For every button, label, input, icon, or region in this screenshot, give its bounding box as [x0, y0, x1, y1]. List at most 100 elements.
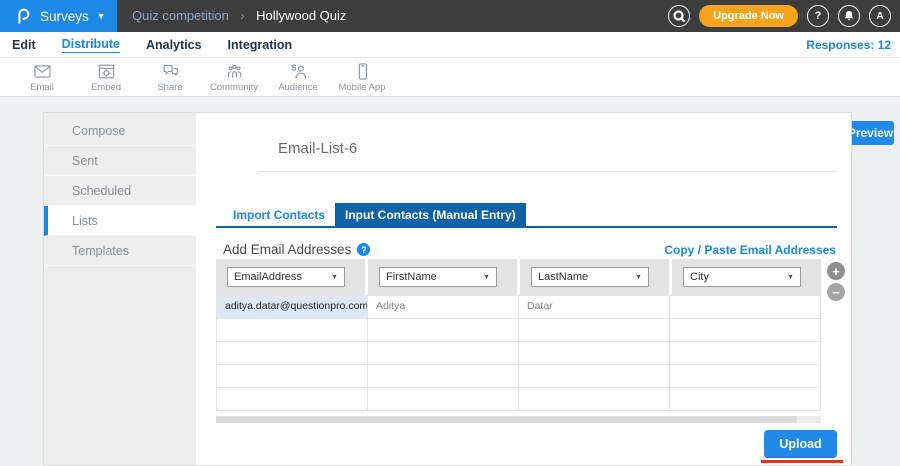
column-select-value: LastName	[538, 271, 588, 283]
toolbar-item-audience[interactable]: $Audience	[266, 62, 330, 93]
toolbar-item-embed[interactable]: Embed	[74, 62, 138, 93]
remove-row-button[interactable]: −	[827, 283, 845, 301]
title-divider	[258, 171, 837, 172]
column-select-value: FirstName	[386, 271, 437, 283]
toolbar-item-mobile-app[interactable]: Mobile App	[330, 62, 394, 93]
contacts-table-body: aditya.datar@questionpro.comAdityaDatar	[216, 295, 821, 411]
breadcrumb: Quiz competition › Hollywood Quiz	[132, 0, 346, 32]
table-cell[interactable]	[670, 319, 821, 342]
header-cell-lastname: LastName ▼	[520, 259, 669, 295]
embed-icon	[97, 62, 116, 81]
table-cell[interactable]	[519, 365, 670, 388]
chevron-down-icon: ▼	[635, 274, 642, 281]
question-help-icon[interactable]: ?	[357, 243, 370, 256]
toolbar-item-email[interactable]: Email	[10, 62, 74, 93]
scrollbar-thumb[interactable]	[216, 416, 797, 423]
sidebar-item-templates[interactable]: Templates	[44, 236, 196, 266]
table-cell[interactable]	[217, 342, 368, 365]
product-switcher[interactable]: Surveys ▼	[0, 0, 117, 32]
column-select-value: EmailAddress	[234, 271, 302, 283]
table-cell[interactable]	[519, 342, 670, 365]
preview-label: Preview	[848, 126, 893, 140]
bell-icon	[843, 10, 855, 22]
chevron-down-icon: ▼	[787, 274, 794, 281]
breadcrumb-parent[interactable]: Quiz competition	[132, 8, 229, 23]
breadcrumb-current: Hollywood Quiz	[256, 8, 346, 23]
horizontal-scrollbar[interactable]	[216, 416, 821, 423]
search-icon	[673, 10, 685, 22]
help-button[interactable]: ?	[807, 5, 829, 27]
product-name: Surveys	[40, 9, 89, 24]
table-cell[interactable]: aditya.datar@questionpro.com	[217, 296, 368, 319]
table-cell[interactable]: Aditya	[368, 296, 519, 319]
sidebar-item-scheduled[interactable]: Scheduled	[44, 176, 196, 206]
table-cell[interactable]	[519, 388, 670, 411]
table-row	[217, 342, 821, 365]
red-annotation-underline	[761, 460, 843, 463]
column-select-firstname[interactable]: FirstName ▼	[379, 267, 497, 287]
distribute-toolbar: Email Embed Share Community $AudienceMobile …	[0, 58, 900, 97]
chevron-down-icon: ▼	[483, 274, 490, 281]
table-cell[interactable]	[670, 296, 821, 319]
notifications-button[interactable]	[838, 5, 860, 27]
table-cell[interactable]	[217, 388, 368, 411]
header-cell-firstname: FirstName ▼	[368, 259, 517, 295]
toolbar-item-share[interactable]: Share	[138, 62, 202, 93]
chevron-down-icon: ▼	[97, 11, 106, 21]
copy-paste-link[interactable]: Copy / Paste Email Addresses	[664, 243, 836, 257]
sidebar-item-lists[interactable]: Lists	[44, 206, 196, 236]
tab-import-contacts[interactable]: Import Contacts	[223, 203, 335, 226]
toolbar-item-label: Email	[30, 82, 54, 93]
column-select-emailaddress[interactable]: EmailAddress ▼	[227, 267, 345, 287]
toolbar-item-label: Embed	[91, 82, 121, 93]
tab-input-contacts-manual-entry[interactable]: Input Contacts (Manual Entry)	[335, 203, 526, 226]
audience-icon: $	[289, 62, 308, 81]
email-list-title: Email-List-6	[278, 140, 357, 157]
nav-item-analytics[interactable]: Analytics	[146, 38, 202, 52]
table-cell[interactable]: Datar	[519, 296, 670, 319]
nav-item-integration[interactable]: Integration	[228, 38, 293, 52]
survey-nav: Edit Distribute Analytics Integration Respo…	[0, 32, 900, 58]
table-row	[217, 365, 821, 388]
email-sidebar: ComposeSentScheduledListsTemplates	[44, 113, 196, 465]
upgrade-now-button[interactable]: Upgrade Now	[699, 5, 798, 27]
table-row	[217, 319, 821, 342]
table-cell[interactable]	[217, 365, 368, 388]
avatar[interactable]: A	[869, 5, 891, 27]
header-cell-emailaddress: EmailAddress ▼	[216, 259, 365, 295]
table-cell[interactable]	[519, 319, 670, 342]
mobile-app-icon	[353, 62, 372, 81]
search-button[interactable]	[668, 5, 690, 27]
upload-button[interactable]: Upload	[764, 430, 837, 458]
toolbar-item-community[interactable]: Community	[202, 62, 266, 93]
table-cell[interactable]	[670, 365, 821, 388]
chevron-down-icon: ▼	[331, 274, 338, 281]
contacts-tabs: Import ContactsInput Contacts (Manual En…	[216, 203, 837, 228]
svg-text:$: $	[291, 63, 296, 73]
primary-nav-items: Edit Distribute Analytics Integration	[0, 32, 900, 57]
table-cell[interactable]	[368, 388, 519, 411]
add-row-button[interactable]: +	[827, 262, 845, 280]
sidebar-item-sent[interactable]: Sent	[44, 146, 196, 176]
table-cell[interactable]	[670, 342, 821, 365]
email-distribution-card: ComposeSentScheduledListsTemplates Email…	[43, 112, 852, 466]
responses-count[interactable]: Responses: 12	[806, 32, 891, 58]
nav-item-edit[interactable]: Edit	[12, 38, 36, 52]
table-cell[interactable]	[368, 319, 519, 342]
header-cell-city: City▼	[672, 259, 821, 295]
toolbar-item-label: Community	[210, 82, 258, 93]
add-email-addresses-label: Add Email Addresses	[223, 242, 351, 257]
table-cell[interactable]	[217, 319, 368, 342]
sidebar-item-compose[interactable]: Compose	[44, 116, 196, 146]
table-cell[interactable]	[368, 342, 519, 365]
table-cell[interactable]	[368, 365, 519, 388]
distribute-channels: Email Embed Share Community $AudienceMobile …	[0, 58, 900, 93]
nav-item-distribute[interactable]: Distribute	[62, 37, 120, 53]
contacts-table-header: EmailAddress▼FirstName▼LastName▼City▼	[216, 259, 821, 295]
column-select-lastname[interactable]: LastName ▼	[531, 267, 649, 287]
column-select-city[interactable]: City▼	[683, 267, 801, 287]
toolbar-item-label: Share	[157, 82, 182, 93]
header-actions: Upgrade Now ? A	[668, 5, 891, 27]
table-cell[interactable]	[670, 388, 821, 411]
questionpro-logo-icon	[13, 7, 31, 25]
